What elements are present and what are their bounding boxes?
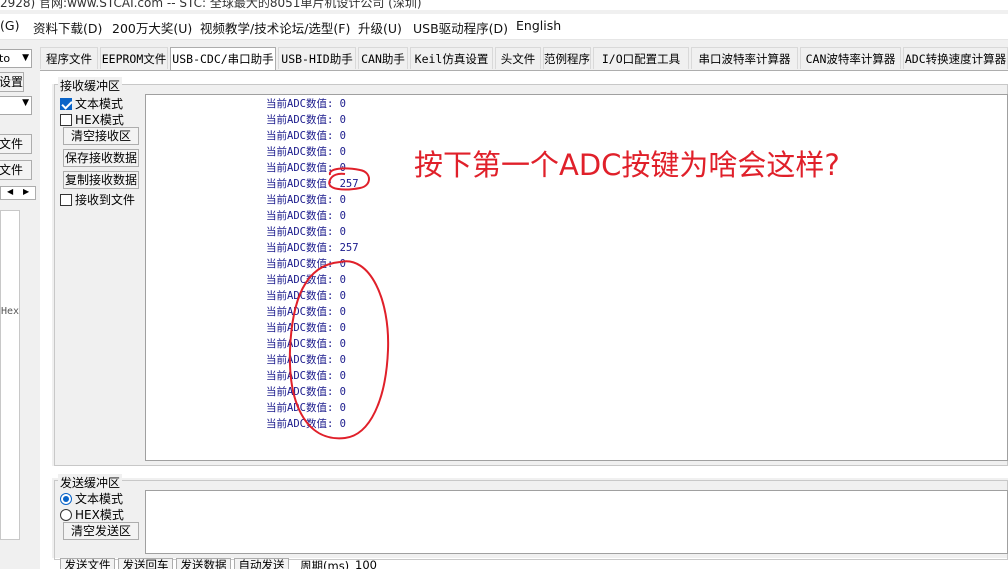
send-data-button[interactable]: 发送数据 [176,558,231,569]
tab-8[interactable]: I/O口配置工具 [593,47,689,69]
tab-10[interactable]: CAN波特率计算器 [800,47,901,69]
tab-4[interactable]: CAN助手 [358,47,408,69]
chevron-down-icon: ▼ [22,98,29,108]
code-preview [0,210,20,540]
chevron-down-icon: ▼ [22,53,29,63]
send-hex-mode-radio[interactable]: HEX模式 [60,506,124,523]
menu-item-g[interactable]: (G) [0,18,19,33]
mcu-combo[interactable]: to ▼ [0,49,32,68]
menu-item-video-forum[interactable]: 视频教学/技术论坛/选型(F) [200,18,350,37]
send-textbox[interactable] [145,490,1008,554]
left-panel: to ▼ 设置 ▼ 文件 文件 ◀ ▶ Hex [0,44,38,569]
tab-3[interactable]: USB-HID助手 [278,47,356,69]
port-combo[interactable]: ▼ [0,96,32,115]
menu-item-prize[interactable]: 200万大奖(U) [112,18,192,37]
receive-line: 当前ADC数值: 0 [266,226,346,238]
receive-line: 当前ADC数值: 0 [266,290,346,302]
scroll-right-icon[interactable]: ▶ [23,187,29,196]
open-file-label-2: 文件 [0,163,24,177]
tab-5[interactable]: Keil仿真设置 [410,47,493,69]
open-file-button[interactable]: 文件 [0,134,32,154]
receive-line: 当前ADC数值: 257 [266,242,359,254]
mcu-combo-value: to [0,52,11,65]
hex-label: Hex [1,306,20,317]
receive-line: 当前ADC数值: 0 [266,258,346,270]
auto-send-button[interactable]: 自动发送 [234,558,289,569]
tab-7[interactable]: 范例程序 [543,47,591,69]
send-group-label: 发送缓冲区 [58,474,123,491]
send-hex-mode-label: HEX模式 [75,508,124,522]
receive-line: 当前ADC数值: 0 [266,322,346,334]
period-input[interactable]: 100 [355,558,377,569]
receive-hex-mode-label: HEX模式 [75,113,124,127]
settings-label: 设置 [0,75,24,89]
checkbox-checked-icon [60,97,72,110]
receive-line: 当前ADC数值: 0 [266,306,346,318]
period-label: 周期(ms) [300,559,350,569]
clear-send-button[interactable]: 清空发送区 [63,522,139,540]
radio-checked-icon [60,492,72,505]
settings-button[interactable]: 设置 [0,72,24,92]
menu-item-downloads[interactable]: 资料下载(D) [33,18,102,37]
receive-hex-mode-checkbox[interactable]: HEX模式 [60,111,124,128]
send-file-button[interactable]: 发送文件 [60,558,115,569]
copy-receive-button[interactable]: 复制接收数据 [63,171,139,189]
checkbox-icon [60,193,72,206]
receive-to-file-label: 接收到文件 [75,193,136,207]
receive-to-file-checkbox[interactable]: 接收到文件 [60,191,135,208]
open-file-button-2[interactable]: 文件 [0,160,32,180]
receive-line: 当前ADC数值: 0 [266,162,346,174]
scroll-left-icon[interactable]: ◀ [7,187,13,196]
receive-line: 当前ADC数值: 0 [266,418,346,430]
menu-item-english[interactable]: English [516,18,561,33]
radio-icon [60,508,72,521]
menu-item-usb-driver[interactable]: USB驱动程序(D) [413,18,508,37]
receive-group-label: 接收缓冲区 [58,77,123,94]
receive-line: 当前ADC数值: 0 [266,354,346,366]
receive-line: 当前ADC数值: 0 [266,338,346,350]
receive-line: 当前ADC数值: 0 [266,210,346,222]
receive-line: 当前ADC数值: 0 [266,402,346,414]
tab-6[interactable]: 头文件 [495,47,541,69]
tab-9[interactable]: 串口波特率计算器 [691,47,798,69]
receive-line: 当前ADC数值: 0 [266,194,346,206]
tab-1[interactable]: EEPROM文件 [100,47,168,69]
window-title: 2928) 官网:www.STCAI.com -- STC: 全球最大的8051… [0,0,422,10]
annotation-text: 按下第一个ADC按键为啥会这样? [414,148,840,182]
send-text-mode-radio[interactable]: 文本模式 [60,490,123,507]
tab-11[interactable]: ADC转换速度计算器 [903,47,1008,69]
save-receive-button[interactable]: 保存接收数据 [63,149,139,167]
receive-line: 当前ADC数值: 0 [266,114,346,126]
menu-bar: (G) 资料下载(D) 200万大奖(U) 视频教学/技术论坛/选型(F) 升级… [0,14,1008,40]
tab-0[interactable]: 程序文件 [40,47,98,69]
receive-line: 当前ADC数值: 0 [266,274,346,286]
receive-lines: 当前ADC数值: 0 当前ADC数值: 0 当前ADC数值: 0 当前ADC数值: 0… [266,96,359,432]
clear-receive-button[interactable]: 清空接收区 [63,127,139,145]
receive-text-mode-checkbox[interactable]: 文本模式 [60,95,123,112]
scrollbar[interactable]: ◀ ▶ [0,186,36,200]
tab-2[interactable]: USB-CDC/串口助手 [170,47,276,70]
checkbox-icon [60,113,72,126]
receive-line: 当前ADC数值: 0 [266,146,346,158]
receive-line: 当前ADC数值: 0 [266,386,346,398]
window-title-bar: 2928) 官网:www.STCAI.com -- STC: 全球最大的8051… [0,0,1008,10]
receive-line: 当前ADC数值: 0 [266,98,346,110]
receive-line: 当前ADC数值: 0 [266,130,346,142]
open-file-label: 文件 [0,137,24,151]
send-text-mode-label: 文本模式 [75,492,124,506]
receive-line: 当前ADC数值: 0 [266,370,346,382]
receive-line: 当前ADC数值: 257 [266,178,359,190]
receive-text-mode-label: 文本模式 [75,97,124,111]
menu-item-upgrade[interactable]: 升级(U) [358,18,402,37]
tab-bar: 程序文件 EEPROM文件 USB-CDC/串口助手 USB-HID助手 CAN助手 Ke… [40,47,1008,70]
send-enter-button[interactable]: 发送回车 [118,558,173,569]
